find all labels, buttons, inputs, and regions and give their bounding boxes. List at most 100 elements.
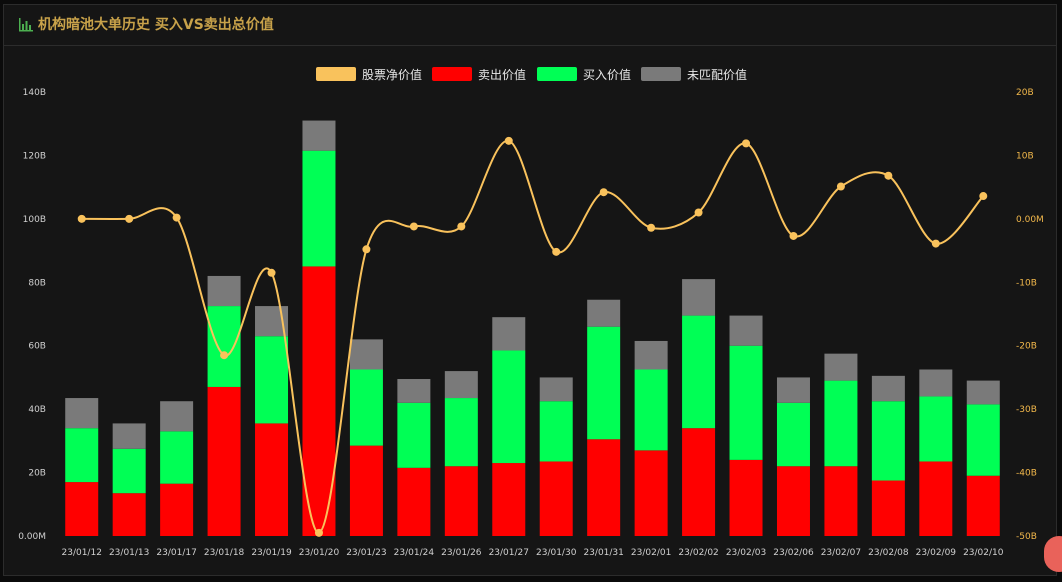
x-tick-label: 23/01/24	[394, 548, 435, 558]
legend-swatch-net	[316, 67, 356, 81]
bar-buy	[587, 326, 621, 440]
legend: 股票净价值 卖出价值 买入价值 未匹配价值	[0, 64, 1062, 84]
bar-buy	[444, 398, 478, 467]
net-value-point	[457, 222, 466, 231]
bar-buy	[776, 402, 810, 467]
net-value-point	[77, 214, 86, 223]
y-left-tick-label: 120B	[23, 151, 46, 161]
y-right-tick-label: -40B	[1016, 469, 1037, 479]
x-tick-label: 23/01/13	[109, 548, 149, 558]
bar-sell	[397, 467, 431, 536]
legend-label-sell: 卖出价值	[478, 67, 527, 82]
bar-buy	[919, 396, 953, 462]
y-left-tick-label: 60B	[28, 342, 46, 352]
bar-sell	[444, 466, 478, 536]
x-tick-label: 23/01/31	[583, 548, 623, 558]
bar-unmatched	[634, 340, 668, 370]
bar-unmatched	[492, 317, 526, 351]
x-tick-label: 23/01/26	[441, 548, 482, 558]
bar-unmatched	[160, 401, 194, 432]
bar-sell	[65, 482, 99, 536]
bar-sell	[112, 493, 146, 536]
bar-unmatched	[539, 377, 573, 402]
bar-unmatched	[444, 371, 478, 399]
bar-buy	[255, 336, 289, 424]
bar-buy	[539, 401, 573, 462]
net-value-point	[220, 351, 229, 360]
y-right-tick-label: -30B	[1016, 405, 1037, 415]
x-tick-label: 23/02/09	[916, 548, 957, 558]
net-value-point	[409, 222, 418, 231]
net-value-point	[314, 528, 323, 537]
bar-buy	[729, 345, 763, 460]
x-tick-label: 23/02/01	[631, 548, 671, 558]
bar-buy	[682, 315, 716, 429]
y-left-tick-label: 140B	[23, 88, 46, 98]
bar-unmatched	[397, 379, 431, 403]
bar-unmatched	[682, 279, 716, 316]
bar-sell	[160, 483, 194, 536]
bar-buy	[966, 404, 1000, 476]
legend-swatch-buy	[537, 67, 577, 81]
bar-unmatched	[919, 369, 953, 397]
y-left-tick-label: 40B	[28, 405, 46, 415]
net-value-point	[836, 182, 845, 191]
y-right-tick-label: 0.00M	[1016, 215, 1044, 225]
net-value-point	[552, 247, 561, 256]
bar-sell	[255, 423, 289, 536]
bar-sell	[776, 466, 810, 536]
bar-unmatched	[729, 315, 763, 346]
x-tick-label: 23/02/10	[963, 548, 1004, 558]
x-tick-label: 23/01/23	[346, 548, 386, 558]
bar-buy	[302, 150, 336, 267]
net-value-point	[362, 245, 371, 254]
x-tick-label: 23/01/19	[251, 548, 292, 558]
net-value-point	[694, 208, 703, 217]
net-value-point	[599, 188, 608, 197]
bar-buy	[349, 369, 383, 446]
legend-label-net: 股票净价值	[362, 67, 423, 82]
legend-item-unmatched[interactable]: 未匹配价值	[641, 64, 747, 84]
bar-sell	[729, 459, 763, 536]
y-right-tick-label: -20B	[1016, 342, 1037, 352]
bar-unmatched	[966, 380, 1000, 405]
bar-unmatched	[349, 339, 383, 370]
net-value-point	[789, 231, 798, 240]
legend-item-buy[interactable]: 买入价值	[537, 64, 631, 84]
bar-unmatched	[112, 423, 146, 449]
bar-sell	[207, 386, 241, 536]
bar-sell	[587, 439, 621, 536]
legend-item-sell[interactable]: 卖出价值	[432, 64, 526, 84]
bar-sell	[871, 480, 905, 536]
bar-unmatched	[65, 398, 99, 429]
bar-buy	[492, 350, 526, 464]
y-left-tick-label: 0.00M	[18, 532, 46, 542]
y-right-tick-label: -50B	[1016, 532, 1037, 542]
y-right-tick-label: -10B	[1016, 278, 1037, 288]
legend-item-net[interactable]: 股票净价值	[316, 64, 422, 84]
bar-buy	[160, 431, 194, 484]
bar-sell	[966, 475, 1000, 536]
bar-unmatched	[302, 120, 336, 151]
legend-swatch-sell	[432, 67, 472, 81]
bar-unmatched	[871, 375, 905, 402]
net-value-point	[931, 239, 940, 248]
bar-unmatched	[824, 353, 858, 381]
floating-action-button[interactable]	[1044, 536, 1062, 572]
legend-label-unmatched: 未匹配价值	[687, 67, 748, 82]
bar-unmatched	[207, 275, 241, 307]
bar-sell	[682, 428, 716, 536]
bar-buy	[65, 428, 99, 483]
legend-label-buy: 买入价值	[583, 67, 632, 82]
x-tick-label: 23/01/27	[489, 548, 529, 558]
bar-buy	[207, 306, 241, 387]
y-right-tick-label: 10B	[1016, 151, 1034, 161]
x-tick-label: 23/01/20	[299, 548, 340, 558]
bar-buy	[871, 401, 905, 481]
x-tick-label: 23/02/06	[773, 548, 814, 558]
x-tick-label: 23/01/18	[204, 548, 245, 558]
net-value-point	[647, 223, 656, 232]
bar-sell	[824, 466, 858, 536]
x-tick-label: 23/01/17	[156, 548, 196, 558]
net-value-point	[172, 213, 181, 222]
